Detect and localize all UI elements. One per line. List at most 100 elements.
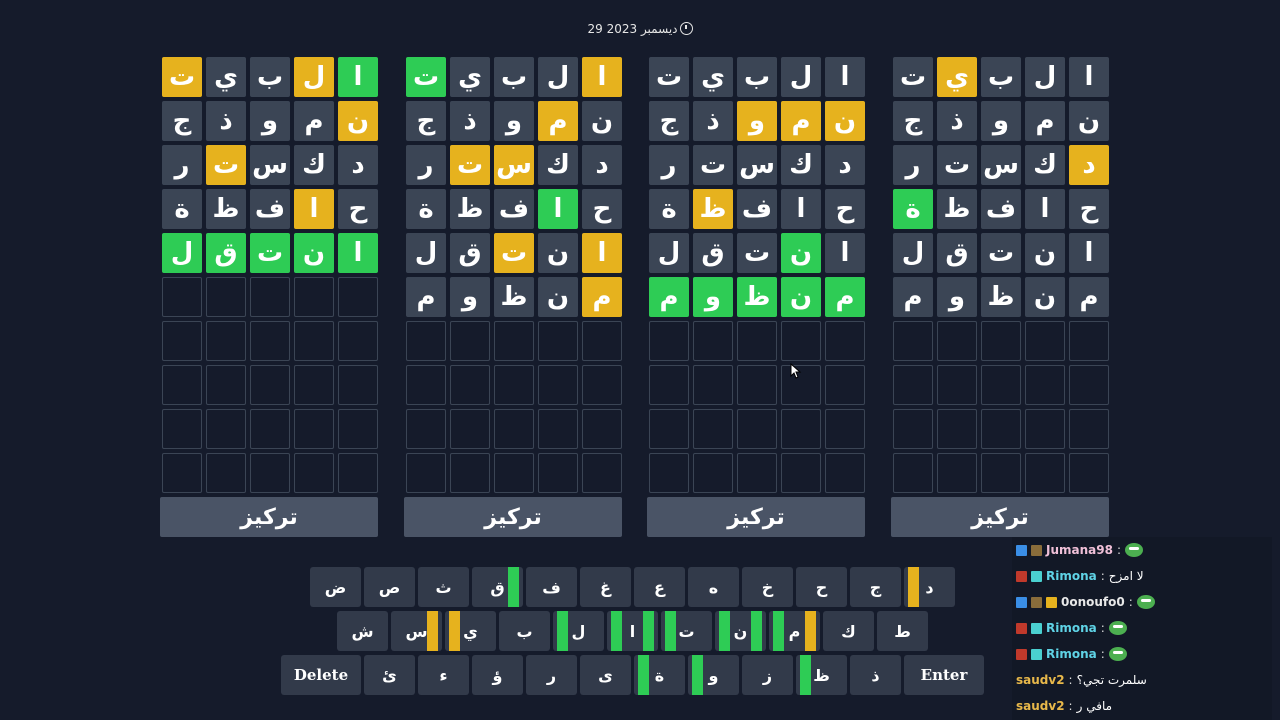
key[interactable]: و — [688, 655, 739, 695]
key-label: ش — [351, 621, 374, 641]
letter-tile: ح — [825, 189, 865, 229]
key[interactable]: س — [391, 611, 442, 651]
focus-button[interactable]: تركيز — [404, 497, 622, 537]
key-label: م — [788, 621, 801, 641]
correct-indicator — [638, 655, 649, 695]
key[interactable]: ص — [364, 567, 415, 607]
letter-tile: ل — [294, 57, 334, 97]
key[interactable]: ع — [634, 567, 685, 607]
letter-tile: ب — [981, 57, 1021, 97]
letter-tile: ا — [825, 233, 865, 273]
key[interactable]: ش — [337, 611, 388, 651]
letter-tile: م — [1069, 277, 1109, 317]
letter-tile: م — [781, 101, 821, 141]
letter-tile: د — [582, 145, 622, 185]
key[interactable]: ن — [715, 611, 766, 651]
letter-tile: ل — [649, 233, 689, 273]
badge-icon — [1016, 622, 1027, 634]
letter-tile: ر — [649, 145, 689, 185]
key[interactable]: ك — [823, 611, 874, 651]
key[interactable]: غ — [580, 567, 631, 607]
chat-message: 0onoufo0: — [1012, 589, 1272, 615]
empty-tile — [649, 321, 689, 361]
empty-tile — [162, 277, 202, 317]
focus-button[interactable]: تركيز — [647, 497, 865, 537]
letter-tile: ا — [582, 57, 622, 97]
board-grid: البيتنموذجدكسترحافظةانتقلمنظوم — [891, 57, 1109, 493]
key[interactable]: ى — [580, 655, 631, 695]
key[interactable]: ط — [877, 611, 928, 651]
empty-tile — [893, 321, 933, 361]
delete-key[interactable]: Delete — [281, 655, 361, 695]
key[interactable]: ث — [418, 567, 469, 607]
letter-tile: د — [338, 145, 378, 185]
letter-tile: ب — [737, 57, 777, 97]
key-label: ه — [708, 577, 719, 597]
empty-tile — [649, 365, 689, 405]
chat-message: saudv2: سلمرت تجي؟ — [1012, 667, 1272, 693]
key[interactable]: ض — [310, 567, 361, 607]
letter-tile: ب — [250, 57, 290, 97]
key[interactable]: ظ — [796, 655, 847, 695]
empty-tile — [582, 321, 622, 361]
key[interactable]: خ — [742, 567, 793, 607]
empty-tile — [294, 409, 334, 449]
letter-tile: س — [981, 145, 1021, 185]
letter-tile: ر — [406, 145, 446, 185]
letter-tile: د — [1069, 145, 1109, 185]
key[interactable]: ف — [526, 567, 577, 607]
key-label: ق — [490, 577, 505, 597]
present-indicator — [427, 611, 438, 651]
key[interactable]: ز — [742, 655, 793, 695]
empty-tile — [450, 409, 490, 449]
key[interactable]: ب — [499, 611, 550, 651]
key[interactable]: ي — [445, 611, 496, 651]
focus-button[interactable]: تركيز — [160, 497, 378, 537]
empty-tile — [981, 365, 1021, 405]
letter-tile: ت — [937, 145, 977, 185]
empty-tile — [693, 365, 733, 405]
empty-tile — [582, 453, 622, 493]
letter-tile: ف — [737, 189, 777, 229]
empty-tile — [494, 365, 534, 405]
focus-button[interactable]: تركيز — [891, 497, 1109, 537]
key-label: ء — [439, 665, 448, 685]
key[interactable]: م — [769, 611, 820, 651]
letter-tile: ت — [450, 145, 490, 185]
key[interactable]: ر — [526, 655, 577, 695]
key[interactable]: ؤ — [472, 655, 523, 695]
key[interactable]: ا — [607, 611, 658, 651]
letter-tile: م — [294, 101, 334, 141]
key[interactable]: ء — [418, 655, 469, 695]
key[interactable]: ل — [553, 611, 604, 651]
letter-tile: ل — [538, 57, 578, 97]
key-label: ل — [571, 621, 586, 641]
present-indicator — [908, 567, 919, 607]
key[interactable]: ت — [661, 611, 712, 651]
badge-icon — [1016, 596, 1027, 608]
key[interactable]: ذ — [850, 655, 901, 695]
letter-tile: م — [538, 101, 578, 141]
empty-tile — [250, 453, 290, 493]
letter-tile: ف — [250, 189, 290, 229]
key-label: ت — [678, 621, 695, 641]
key[interactable]: ح — [796, 567, 847, 607]
key-label: ص — [378, 577, 401, 597]
key[interactable]: ئ — [364, 655, 415, 695]
empty-tile — [981, 453, 1021, 493]
empty-tile — [582, 409, 622, 449]
chat-separator: : — [1100, 569, 1105, 583]
key[interactable]: د — [904, 567, 955, 607]
key[interactable]: ج — [850, 567, 901, 607]
key[interactable]: ه — [688, 567, 739, 607]
letter-tile: ر — [162, 145, 202, 185]
keyboard-row-2: طك م نتا ل بيسش — [337, 611, 928, 651]
letter-tile: ة — [893, 189, 933, 229]
chat-separator: : — [1068, 673, 1073, 687]
enter-key[interactable]: Enter — [904, 655, 984, 695]
chat-username: 0onoufo0 — [1061, 595, 1125, 609]
empty-tile — [538, 365, 578, 405]
key[interactable]: ة — [634, 655, 685, 695]
letter-tile: م — [1025, 101, 1065, 141]
key[interactable]: ق — [472, 567, 523, 607]
